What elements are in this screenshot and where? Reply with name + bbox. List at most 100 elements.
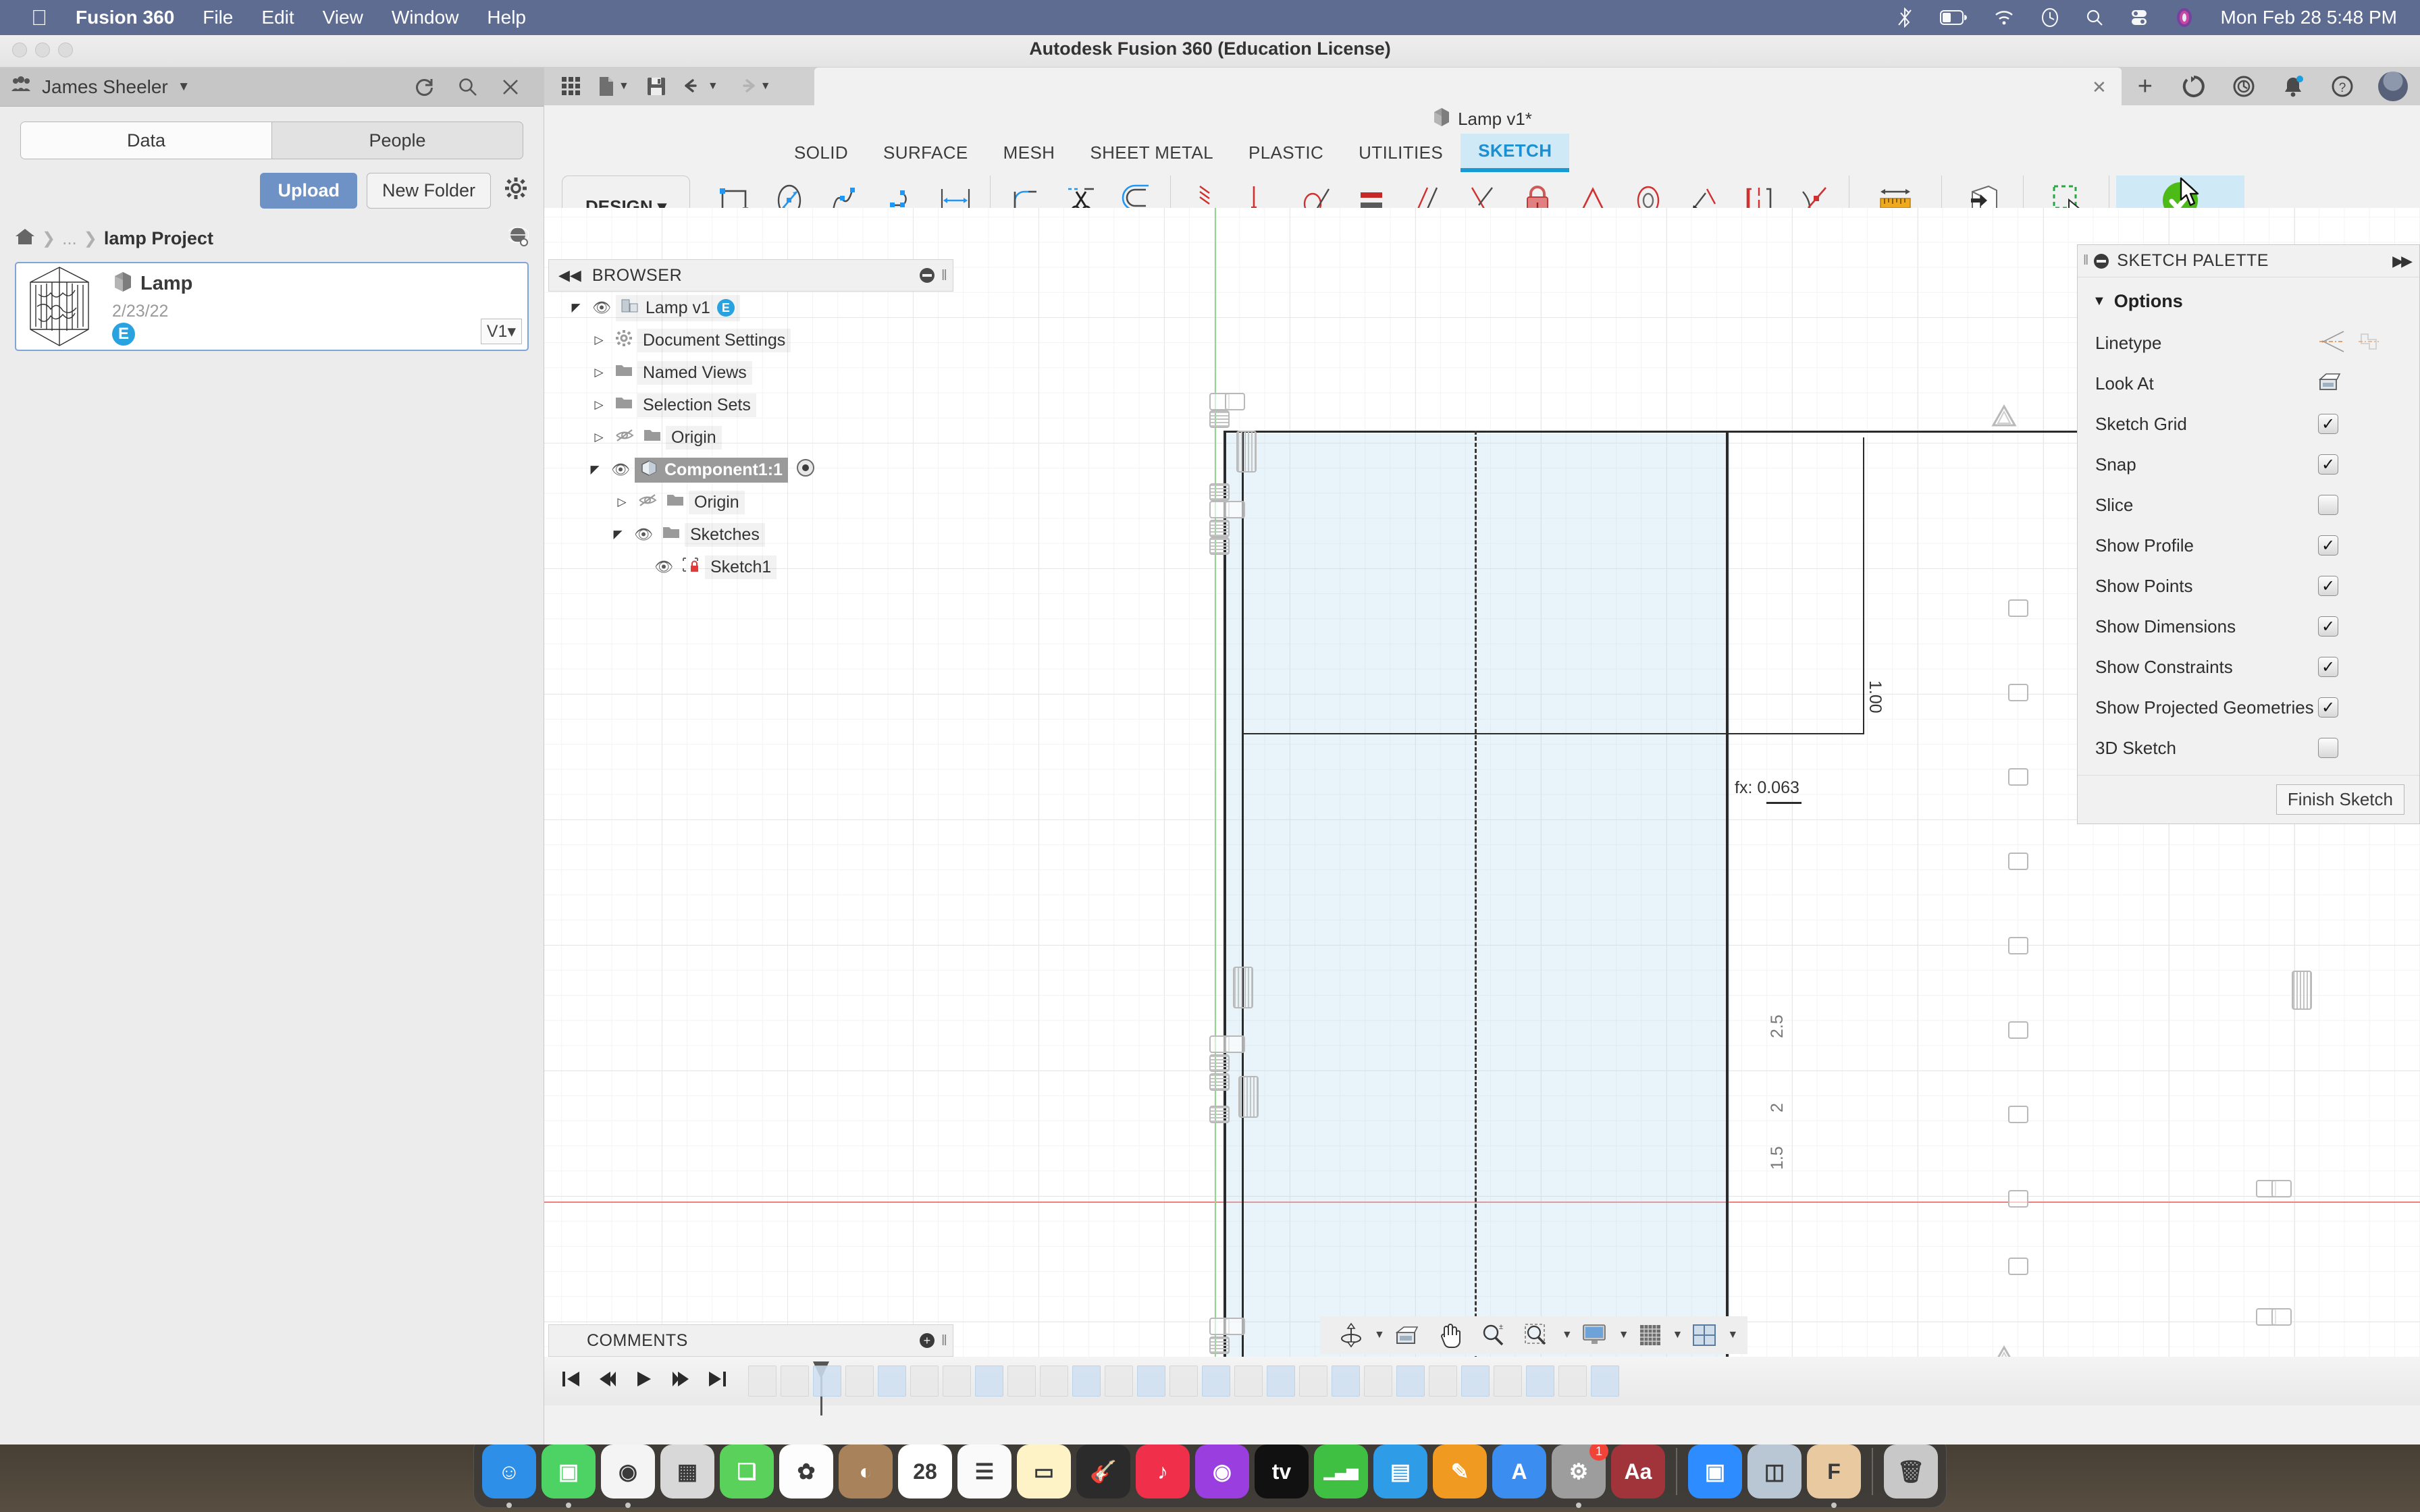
timeline-item[interactable] <box>1429 1366 1457 1397</box>
tree-node-origin[interactable]: ▷ Origin <box>548 421 953 454</box>
chevron-down-icon[interactable]: ▼ <box>178 80 190 94</box>
viewports-icon[interactable] <box>1683 1324 1726 1347</box>
constraint-glyph[interactable] <box>2008 1258 2028 1275</box>
tab-sketch[interactable]: SKETCH <box>1461 133 1570 172</box>
tree-node-component-origin[interactable]: ▷ Origin <box>548 486 953 518</box>
timeline-item[interactable] <box>1202 1366 1230 1397</box>
pan-icon[interactable] <box>1428 1322 1471 1348</box>
tree-node-sketch1[interactable]: 👁 Sketch1 <box>548 551 953 583</box>
dock-app-garageband[interactable]: 🎸 <box>1076 1444 1130 1498</box>
browser-minimize-icon[interactable] <box>919 268 935 283</box>
twisty-collapsed-icon[interactable]: ▷ <box>587 333 610 347</box>
timeline-item[interactable] <box>781 1366 809 1397</box>
job-status-icon[interactable] <box>2169 75 2219 98</box>
menu-bar-clock[interactable]: Mon Feb 28 5:48 PM <box>2221 7 2397 28</box>
menu-edit[interactable]: Edit <box>261 7 294 28</box>
home-icon[interactable] <box>15 227 35 250</box>
undo-icon[interactable] <box>683 78 704 95</box>
constraint-glyph[interactable] <box>1225 501 1245 518</box>
menu-fusion-360[interactable]: Fusion 360 <box>76 7 174 28</box>
dock-app-calendar[interactable]: 28 <box>898 1444 952 1498</box>
gear-icon[interactable] <box>500 177 527 205</box>
dock-app-finder[interactable]: ☺ <box>482 1444 536 1508</box>
new-document-icon[interactable] <box>598 76 614 97</box>
step-forward-icon[interactable] <box>670 1369 691 1394</box>
breadcrumb-project[interactable]: lamp Project <box>104 228 213 249</box>
timeline-item[interactable] <box>910 1366 939 1397</box>
visibility-eye-icon[interactable]: 👁 <box>606 461 635 479</box>
app-grid-icon[interactable] <box>562 77 581 96</box>
timeline-item[interactable] <box>1105 1366 1133 1397</box>
chevron-down-icon-undo[interactable]: ▼ <box>708 80 718 92</box>
timeline-item[interactable] <box>1040 1366 1068 1397</box>
timeline-item[interactable] <box>975 1366 1003 1397</box>
chevron-down-icon-display[interactable]: ▼ <box>1619 1329 1629 1341</box>
visibility-hidden-icon[interactable] <box>633 493 662 511</box>
sketch-line-left[interactable] <box>1224 431 1226 1366</box>
step-back-icon[interactable] <box>597 1369 619 1394</box>
tab-plastic[interactable]: PLASTIC <box>1231 136 1341 170</box>
grid-snaps-icon[interactable] <box>1629 1324 1671 1347</box>
tree-node-named-views[interactable]: ▷ Named Views <box>548 356 953 389</box>
constraint-glyph[interactable] <box>1225 393 1245 410</box>
dock-app-apple-tv[interactable]: tv <box>1255 1444 1309 1498</box>
sketch-line-inner-left[interactable] <box>1242 431 1244 1366</box>
3d-sketch-checkbox[interactable] <box>2318 738 2338 758</box>
constraint-glyph[interactable] <box>2008 937 2028 954</box>
timeline-item[interactable] <box>1396 1366 1425 1397</box>
construction-line-icon[interactable] <box>2318 330 2345 356</box>
slice-checkbox[interactable] <box>2318 495 2338 515</box>
palette-grip-icon[interactable]: ‖ <box>2083 253 2088 269</box>
timeline-item[interactable] <box>1267 1366 1295 1397</box>
constraint-glyph[interactable] <box>1209 1054 1230 1072</box>
activate-component-radio[interactable] <box>796 458 815 482</box>
redo-icon[interactable] <box>736 78 756 95</box>
constraint-glyph[interactable] <box>1209 1336 1230 1354</box>
twisty-collapsed-icon[interactable]: ▷ <box>587 431 610 444</box>
close-icon[interactable] <box>502 78 519 96</box>
menu-window[interactable]: Window <box>392 7 459 28</box>
snap-checkbox[interactable]: ✓ <box>2318 454 2338 475</box>
tree-node-component1[interactable]: ◤ 👁 Component1:1 <box>548 454 953 486</box>
menu-view[interactable]: View <box>323 7 363 28</box>
account-avatar[interactable] <box>2378 72 2408 101</box>
twisty-expanded-icon[interactable]: ◤ <box>583 463 606 477</box>
bluetooth-off-icon[interactable] <box>1897 7 1913 28</box>
construction-centerline[interactable] <box>1475 431 1477 1366</box>
chevron-down-icon[interactable]: ▼ <box>619 80 629 92</box>
fit-icon[interactable] <box>1515 1323 1560 1347</box>
dock-app-messages[interactable]: ❑ <box>720 1444 774 1498</box>
tree-node-selection-sets[interactable]: ▷ Selection Sets <box>548 389 953 421</box>
constraint-glyph[interactable] <box>2292 971 2312 1010</box>
dimension-height-1[interactable]: 1.00 <box>1865 680 1885 713</box>
constraint-glyph[interactable] <box>1209 520 1230 537</box>
tab-mesh[interactable]: MESH <box>986 136 1073 170</box>
tree-node-lamp[interactable]: ◤ 👁 Lamp v1 E <box>548 292 953 324</box>
show-constraints-checkbox[interactable]: ✓ <box>2318 657 2338 677</box>
constraint-glyph[interactable] <box>1209 483 1230 501</box>
refresh-icon[interactable] <box>414 77 434 97</box>
constraint-glyph[interactable] <box>2008 684 2028 701</box>
visibility-hidden-icon[interactable] <box>610 429 639 446</box>
timeline-item[interactable] <box>1591 1366 1619 1397</box>
constraint-glyph[interactable] <box>2008 1106 2028 1123</box>
timeline-item[interactable] <box>1558 1366 1587 1397</box>
dock-app-system-preferences[interactable]: ⚙ 1 <box>1552 1442 1608 1508</box>
play-icon[interactable] <box>633 1369 655 1394</box>
comments-grip-icon[interactable]: ‖ <box>941 1332 947 1349</box>
timeline-item[interactable] <box>1234 1366 1263 1397</box>
timeline-item[interactable] <box>943 1366 971 1397</box>
timeline-item[interactable] <box>1007 1366 1036 1397</box>
chevron-down-icon-viewports[interactable]: ▼ <box>1727 1329 1738 1341</box>
twisty-expanded-icon[interactable]: ◤ <box>606 528 629 541</box>
dock-app-image-capture[interactable]: ◫ <box>1747 1444 1801 1498</box>
dock-app-chrome[interactable]: ◉ <box>601 1444 655 1508</box>
symmetry-constraint-icon[interactable] <box>1991 404 2018 431</box>
show-points-checkbox[interactable]: ✓ <box>2318 576 2338 596</box>
search-icon[interactable] <box>458 78 477 97</box>
control-center-icon[interactable] <box>2130 9 2148 26</box>
tree-node-document-settings[interactable]: ▷ Document Settings <box>548 324 953 356</box>
dock-app-numbers[interactable]: ▁▃▅ <box>1314 1444 1368 1498</box>
constraint-glyph[interactable] <box>2271 1180 2292 1197</box>
time-machine-icon[interactable] <box>2041 8 2059 27</box>
